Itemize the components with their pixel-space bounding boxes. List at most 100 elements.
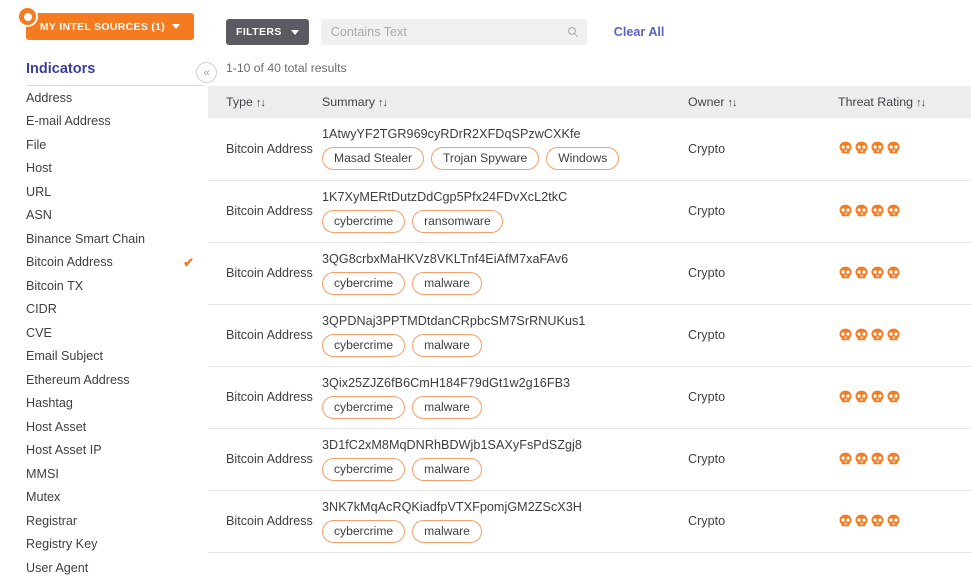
table-row[interactable]: Bitcoin Address 3QG8crbxMaHKVz8VKLTnf4EiA… [208,242,971,305]
sidebar-item-user-agent[interactable]: User Agent [26,556,208,579]
skull-icon [887,514,900,526]
tag-pill[interactable]: malware [412,333,482,357]
sidebar-item-label: Registry Key [26,537,98,552]
tag-pill[interactable]: malware [412,271,482,295]
skull-icon [887,204,900,216]
table-header-row: Type ↑↓ Summary ↑↓ Owner ↑↓ Threat Rating ↑↓ [208,86,971,118]
search-icon [567,27,578,38]
sidebar-item-label: Ethereum Address [26,372,130,387]
sidebar-item-address[interactable]: Address [26,86,208,110]
sidebar-item-bitcoin-address[interactable]: Bitcoin Address ✔ [26,251,208,275]
table-row[interactable]: Bitcoin Address 3D1fC2xM8MqDNRhBDWjb1SAXy… [208,428,971,491]
tag-pill[interactable]: Windows [546,147,620,171]
column-header-owner-label: Owner [688,95,725,109]
sidebar-item-binance-smart-chain[interactable]: Binance Smart Chain [26,227,208,251]
sidebar-item-host-asset-ip[interactable]: Host Asset IP [26,439,208,463]
sidebar-item-registrar[interactable]: Registrar [26,509,208,533]
column-header-owner[interactable]: Owner ↑↓ [688,86,838,118]
sidebar-item-label: Binance Smart Chain [26,231,146,246]
cell-threat-rating [838,180,971,243]
column-header-threat-rating[interactable]: Threat Rating ↑↓ [838,86,971,118]
cell-summary: 3Qix25ZJZ6fB6CmH184F79dGt1w2g16FB3 cyberc… [318,366,688,429]
skull-icon [855,390,868,402]
sidebar-item-label: CVE [26,325,52,340]
table-row[interactable]: Bitcoin Address 1AtwyYF2TGR969cyRDrR2XFDq… [208,118,971,181]
tag-pill[interactable]: cybercrime [322,519,406,543]
search-input[interactable] [320,19,587,45]
table-row[interactable]: Bitcoin Address 3Qix25ZJZ6fB6CmH184F79dGt… [208,366,971,429]
tag-pill[interactable]: cybercrime [322,333,406,357]
sidebar-item-file[interactable]: File [26,133,208,157]
tag-pill[interactable]: malware [412,395,482,419]
cell-summary: 1AtwyYF2TGR969cyRDrR2XFDqSPzwCXKfe Masad … [318,118,688,181]
summary-value[interactable]: 1AtwyYF2TGR969cyRDrR2XFDqSPzwCXKfe [322,127,688,141]
cell-threat-rating [838,304,971,367]
skull-icon [855,204,868,216]
sidebar-item-bitcoin-tx[interactable]: Bitcoin TX [26,274,208,298]
summary-value[interactable]: 3D1fC2xM8MqDNRhBDWjb1SAXyFsPdSZgj8 [322,438,688,452]
column-header-summary[interactable]: Summary ↑↓ [318,86,688,118]
sidebar-item-label: File [26,137,47,152]
tag-pill[interactable]: ransomware [412,209,503,233]
sidebar-item-label: Address [26,90,73,105]
tag-pill[interactable]: Masad Stealer [322,147,424,171]
cell-type: Bitcoin Address [208,118,318,181]
sidebar-item-url[interactable]: URL [26,180,208,204]
column-header-type-label: Type [226,95,253,109]
summary-value[interactable]: 3Qix25ZJZ6fB6CmH184F79dGt1w2g16FB3 [322,376,688,390]
filters-label: FILTERS [236,26,282,38]
tag-pill[interactable]: cybercrime [322,395,406,419]
collapse-sidebar-button[interactable]: « [196,62,217,83]
sidebar-item-cidr[interactable]: CIDR [26,298,208,322]
tag-pill[interactable]: malware [412,519,482,543]
summary-value[interactable]: 3NK7kMqAcRQKiadfpVTXFpomjGM2ZScX3H [322,500,688,514]
cell-owner: Crypto [688,242,838,305]
sort-icon: ↑↓ [378,97,388,109]
table-row[interactable]: Bitcoin Address 3NK7kMqAcRQKiadfpVTXFpomj… [208,490,971,553]
tag-list: cybercrime malware [322,457,688,481]
sidebar-item-mmsi[interactable]: MMSI [26,462,208,486]
sidebar-item-email-subject[interactable]: Email Subject [26,345,208,369]
sidebar-item-hashtag[interactable]: Hashtag [26,392,208,416]
sidebar-item-host[interactable]: Host [26,157,208,181]
tag-pill[interactable]: malware [412,457,482,481]
tag-pill[interactable]: Trojan Spyware [430,147,540,171]
summary-value[interactable]: 3QPDNaj3PPTMDtdanCRpbcSM7SrRNUKus1 [322,314,688,328]
cell-summary: 3NK7kMqAcRQKiadfpVTXFpomjGM2ZScX3H cyberc… [318,490,688,553]
sidebar-item-e-mail-address[interactable]: E-mail Address [26,110,208,134]
skull-icon [839,141,852,154]
tag-pill[interactable]: cybercrime [322,209,406,233]
column-header-type[interactable]: Type ↑↓ [208,86,318,118]
skull-icon [871,390,884,402]
table-head: Type ↑↓ Summary ↑↓ Owner ↑↓ Threat Rating ↑↓ [208,86,971,118]
tag-list: cybercrime malware [322,395,688,419]
skull-icon [855,266,868,278]
sidebar-item-label: Mutex [26,490,61,505]
cell-summary: 1K7XyMERtDutzDdCgp5Pfx24FDvXcL2tkC cyberc… [318,180,688,243]
intel-sources-wrapper: MY INTEL SOURCES (1) [17,6,208,40]
sidebar-item-ethereum-address[interactable]: Ethereum Address [26,368,208,392]
sidebar-item-label: Host Asset IP [26,443,102,458]
tag-pill[interactable]: cybercrime [322,457,406,481]
sidebar-item-registry-key[interactable]: Registry Key [26,533,208,557]
sidebar-item-host-asset[interactable]: Host Asset [26,415,208,439]
clear-all-link[interactable]: Clear All [614,25,665,39]
sidebar-item-cve[interactable]: CVE [26,321,208,345]
tag-pill[interactable]: cybercrime [322,271,406,295]
skull-icon [839,514,852,526]
summary-value[interactable]: 1K7XyMERtDutzDdCgp5Pfx24FDvXcL2tkC [322,190,688,204]
skull-icon [839,204,852,216]
sidebar-item-mutex[interactable]: Mutex [26,486,208,510]
sidebar-item-label: Bitcoin TX [26,278,84,293]
indicator-type-list: Address E-mail Address File Host URL ASN Binan… [26,86,208,579]
table-row[interactable]: Bitcoin Address 1K7XyMERtDutzDdCgp5Pfx24F… [208,180,971,243]
table-row[interactable]: Bitcoin Address 3QPDNaj3PPTMDtdanCRpbcSM7… [208,304,971,367]
tag-list: Masad Stealer Trojan Spyware Windows [322,147,688,171]
threat-rating-skulls [838,141,971,156]
skull-icon [871,141,884,154]
summary-value[interactable]: 3QG8crbxMaHKVz8VKLTnf4EiAfM7xaFAv6 [322,252,688,266]
cell-threat-rating [838,366,971,429]
filters-button[interactable]: FILTERS [226,19,309,45]
sidebar-item-asn[interactable]: ASN [26,204,208,228]
my-intel-sources-button[interactable]: MY INTEL SOURCES (1) [26,13,194,40]
